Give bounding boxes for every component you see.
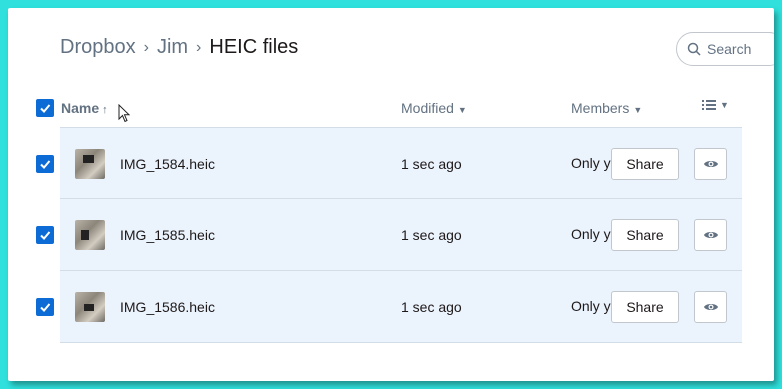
file-members: Only y	[571, 298, 611, 314]
file-thumbnail	[75, 292, 105, 322]
check-icon	[40, 160, 51, 169]
file-modified: 1 sec ago	[401, 156, 462, 172]
file-name[interactable]: IMG_1584.heic	[120, 156, 215, 172]
row-checkbox[interactable]	[36, 155, 54, 173]
share-button[interactable]: Share	[611, 291, 679, 323]
breadcrumb-dropbox[interactable]: Dropbox	[60, 36, 136, 59]
file-members: Only y	[571, 155, 611, 171]
column-members-label: Members	[571, 100, 630, 116]
file-thumbnail	[75, 220, 105, 250]
file-list: IMG_1584.heic 1 sec ago Only y Share IMG…	[36, 127, 742, 343]
file-name[interactable]: IMG_1586.heic	[120, 299, 215, 315]
search-placeholder: Search	[707, 41, 752, 57]
breadcrumb: Dropbox › Jim › HEIC files	[60, 36, 298, 59]
row-checkbox[interactable]	[36, 298, 54, 316]
breadcrumb-current: HEIC files	[209, 36, 299, 58]
table-header: Name ↑ Modified ▼ Members ▼ ▼	[36, 94, 756, 124]
file-members: Only y	[571, 226, 611, 242]
check-icon	[40, 104, 51, 113]
chevron-right-icon: ›	[143, 38, 149, 56]
preview-button[interactable]	[694, 148, 727, 180]
share-button[interactable]: Share	[611, 148, 679, 180]
file-modified: 1 sec ago	[401, 299, 462, 315]
select-all-checkbox[interactable]	[36, 99, 54, 117]
eye-icon	[703, 232, 718, 238]
chevron-right-icon: ›	[196, 38, 202, 56]
table-row[interactable]: IMG_1585.heic 1 sec ago Only y Share	[36, 199, 742, 271]
breadcrumb-jim[interactable]: Jim	[157, 36, 188, 59]
preview-button[interactable]	[694, 291, 727, 323]
caret-down-icon: ▼	[720, 100, 729, 110]
column-name-label: Name	[61, 100, 100, 116]
file-name[interactable]: IMG_1585.heic	[120, 227, 215, 243]
list-view-icon	[702, 100, 716, 110]
view-options-button[interactable]: ▼	[702, 99, 729, 111]
table-row[interactable]: IMG_1584.heic 1 sec ago Only y Share	[36, 127, 742, 199]
row-checkbox[interactable]	[36, 226, 54, 244]
column-header-modified[interactable]: Modified ▼	[401, 100, 467, 116]
caret-down-icon: ▼	[633, 105, 643, 115]
file-thumbnail	[75, 149, 105, 179]
check-icon	[40, 303, 51, 312]
arrow-up-icon: ↑	[102, 104, 108, 116]
caret-down-icon: ▼	[457, 105, 467, 115]
eye-icon	[703, 304, 718, 310]
share-button[interactable]: Share	[611, 219, 679, 251]
preview-button[interactable]	[694, 219, 727, 251]
search-input[interactable]: Search	[676, 32, 774, 66]
table-row[interactable]: IMG_1586.heic 1 sec ago Only y Share	[36, 271, 742, 343]
app-window: Dropbox › Jim › HEIC files Search Name ↑ …	[8, 8, 774, 381]
column-header-name[interactable]: Name ↑	[61, 100, 108, 116]
file-modified: 1 sec ago	[401, 227, 462, 243]
search-icon	[687, 42, 701, 56]
check-icon	[40, 231, 51, 240]
column-header-members[interactable]: Members ▼	[571, 100, 642, 116]
column-modified-label: Modified	[401, 100, 454, 116]
eye-icon	[703, 161, 718, 167]
mouse-cursor-icon	[118, 104, 131, 123]
